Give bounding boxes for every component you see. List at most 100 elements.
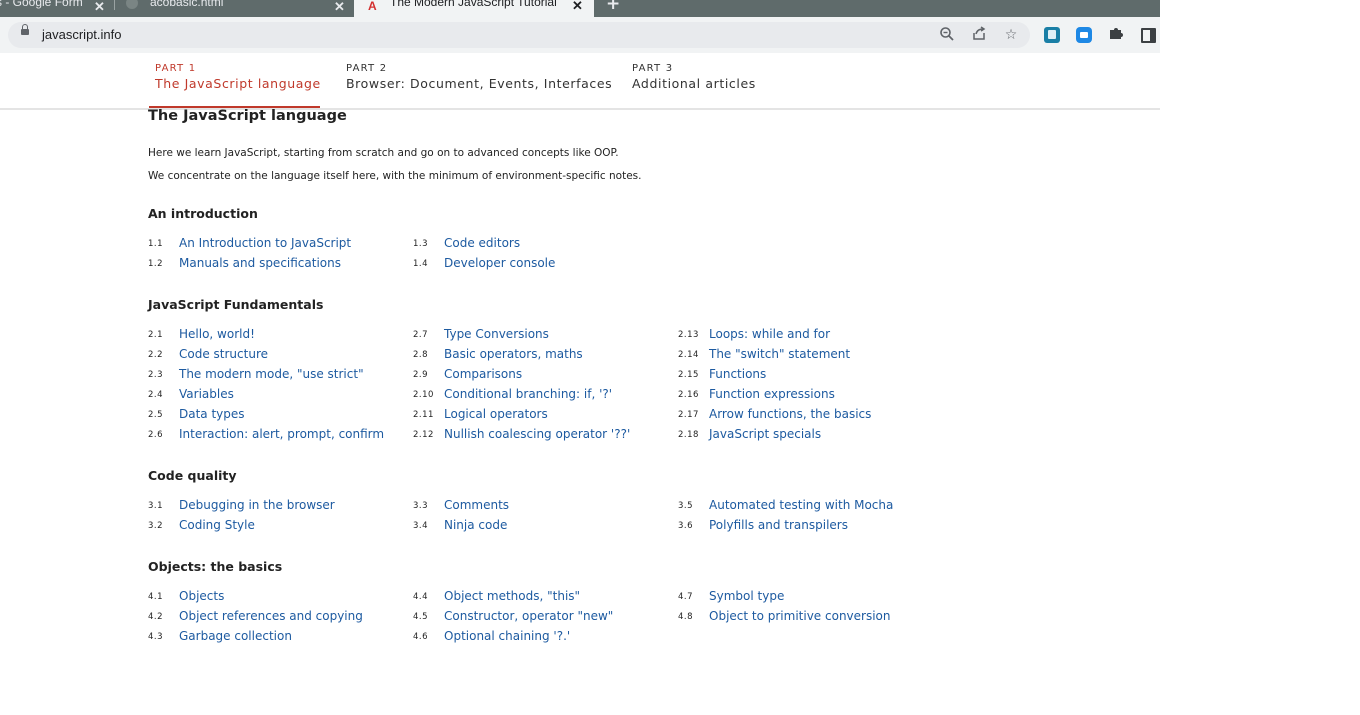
chapter-link[interactable]: Nullish coalescing operator '??' (444, 427, 630, 441)
chapter-item: 2.4 Variables (148, 386, 410, 406)
chapter-link[interactable]: Debugging in the browser (179, 498, 335, 512)
chapter-link[interactable]: Comments (444, 498, 509, 512)
chapter-item: 1.1 An Introduction to JavaScript (148, 235, 410, 255)
chapter-item: 1.3 Code editors (413, 235, 675, 255)
chapter-item: 2.18 JavaScript specials (678, 426, 940, 446)
chapter-link[interactable]: Comparisons (444, 367, 522, 381)
chapter-link[interactable]: Code editors (444, 236, 520, 250)
chapter-item: 2.2 Code structure (148, 346, 410, 366)
tab-acobasic[interactable]: acobasic.html ✕ (114, 0, 354, 15)
chapter-link[interactable]: Code structure (179, 347, 268, 361)
chapter-number: 3.6 (678, 521, 694, 531)
chapter-item: 2.13 Loops: while and for (678, 326, 940, 346)
chapter-link[interactable]: Object references and copying (179, 609, 363, 623)
chapter-number: 4.2 (148, 612, 164, 622)
chapter-link[interactable]: Automated testing with Mocha (709, 498, 893, 512)
chapter-link[interactable]: Interaction: alert, prompt, confirm (179, 427, 384, 441)
browser-chrome: s - Google Form ✕ acobasic.html ✕ A The … (0, 0, 1160, 53)
chapter-link[interactable]: Symbol type (709, 589, 784, 603)
side-panel-icon[interactable] (1141, 28, 1156, 43)
chapter-column: 3.5 Automated testing with Mocha 3.6 Polyfi… (678, 497, 940, 537)
part-2-tab[interactable]: PART 2 Browser: Document, Events, Interf… (346, 63, 612, 91)
chapter-number: 2.13 (678, 330, 699, 340)
chapter-link[interactable]: Object methods, "this" (444, 589, 580, 603)
section-title: Objects: the basics (148, 559, 283, 574)
chapter-item: 4.8 Object to primitive conversion (678, 608, 940, 628)
chapter-column: 4.7 Symbol type 4.8 Object to primitive con… (678, 588, 940, 628)
video-extension-icon[interactable] (1076, 27, 1092, 43)
close-icon[interactable]: ✕ (334, 0, 345, 14)
share-icon[interactable] (970, 26, 988, 44)
chapter-link[interactable]: Ninja code (444, 518, 507, 532)
chapter-item: 2.5 Data types (148, 406, 410, 426)
star-icon[interactable]: ☆ (1002, 26, 1020, 44)
chapter-link[interactable]: Objects (179, 589, 224, 603)
lock-icon[interactable] (21, 24, 29, 35)
chapter-number: 2.17 (678, 410, 699, 420)
section-title: JavaScript Fundamentals (148, 297, 324, 312)
chapter-link[interactable]: JavaScript specials (709, 427, 821, 441)
chapter-link[interactable]: Coding Style (179, 518, 255, 532)
chapter-number: 2.2 (148, 350, 164, 360)
tab-javascript-tutorial[interactable]: A The Modern JavaScript Tutorial ✕ (354, 0, 594, 17)
chapter-link[interactable]: Conditional branching: if, '?' (444, 387, 612, 401)
part-name[interactable]: Browser: Document, Events, Interfaces (346, 76, 612, 91)
chapter-column: 1.3 Code editors 1.4 Developer console (413, 235, 675, 275)
chapter-link[interactable]: Developer console (444, 256, 555, 270)
chapter-link[interactable]: Variables (179, 387, 234, 401)
chapter-link[interactable]: Data types (179, 407, 245, 421)
chapter-number: 2.16 (678, 390, 699, 400)
chapter-item: 2.11 Logical operators (413, 406, 675, 426)
chapter-item: 2.8 Basic operators, maths (413, 346, 675, 366)
chapter-link[interactable]: Constructor, operator "new" (444, 609, 613, 623)
book-extension-icon[interactable] (1044, 27, 1060, 43)
chapter-item: 4.4 Object methods, "this" (413, 588, 675, 608)
chapter-number: 1.4 (413, 259, 429, 269)
chapter-link[interactable]: Function expressions (709, 387, 835, 401)
tab-title: s - Google Form (0, 0, 83, 9)
puzzle-icon[interactable] (1108, 25, 1124, 45)
new-tab-icon[interactable]: + (606, 0, 620, 14)
chapter-link[interactable]: Logical operators (444, 407, 548, 421)
chapter-item: 2.9 Comparisons (413, 366, 675, 386)
section-title: Code quality (148, 468, 237, 483)
chapter-link[interactable]: An Introduction to JavaScript (179, 236, 351, 250)
part-1-tab[interactable]: PART 1 The JavaScript language (155, 63, 321, 91)
url-text[interactable]: javascript.info (42, 27, 121, 42)
chapter-number: 2.15 (678, 370, 699, 380)
chapter-link[interactable]: Functions (709, 367, 766, 381)
chapter-item: 3.5 Automated testing with Mocha (678, 497, 940, 517)
chapter-link[interactable]: Optional chaining '?.' (444, 629, 570, 643)
chapter-item: 2.15 Functions (678, 366, 940, 386)
close-icon[interactable]: ✕ (572, 0, 583, 13)
chapter-number: 2.9 (413, 370, 429, 380)
chapter-item: 1.4 Developer console (413, 255, 675, 275)
chapter-link[interactable]: The "switch" statement (709, 347, 850, 361)
chapter-item: 3.2 Coding Style (148, 517, 410, 537)
chapter-link[interactable]: Manuals and specifications (179, 256, 341, 270)
chapter-link[interactable]: Type Conversions (444, 327, 549, 341)
section-title: An introduction (148, 206, 258, 221)
part-name[interactable]: Additional articles (632, 76, 756, 91)
chapter-number: 2.14 (678, 350, 699, 360)
chapter-link[interactable]: The modern mode, "use strict" (179, 367, 364, 381)
zoom-icon[interactable] (938, 26, 956, 44)
close-icon[interactable]: ✕ (94, 0, 105, 14)
intro-text: We concentrate on the language itself he… (148, 170, 642, 182)
chapter-link[interactable]: Loops: while and for (709, 327, 830, 341)
chapter-link[interactable]: Hello, world! (179, 327, 255, 341)
chapter-column: 2.7 Type Conversions 2.8 Basic operators, m… (413, 326, 675, 446)
chapter-link[interactable]: Basic operators, maths (444, 347, 583, 361)
address-bar[interactable]: javascript.info ☆ (8, 22, 1030, 48)
chapter-link[interactable]: Garbage collection (179, 629, 292, 643)
part-3-tab[interactable]: PART 3 Additional articles (632, 63, 756, 91)
chapter-link[interactable]: Polyfills and transpilers (709, 518, 848, 532)
chapter-item: 4.7 Symbol type (678, 588, 940, 608)
tab-google-form[interactable]: s - Google Form ✕ (0, 0, 112, 15)
part-number: PART 1 (155, 63, 197, 74)
part-name[interactable]: The JavaScript language (155, 76, 321, 91)
chapter-link[interactable]: Object to primitive conversion (709, 609, 891, 623)
parts-navigation: PART 1 The JavaScript language PART 2 Br… (0, 53, 1160, 110)
chapter-link[interactable]: Arrow functions, the basics (709, 407, 871, 421)
chapter-number: 4.4 (413, 592, 429, 602)
